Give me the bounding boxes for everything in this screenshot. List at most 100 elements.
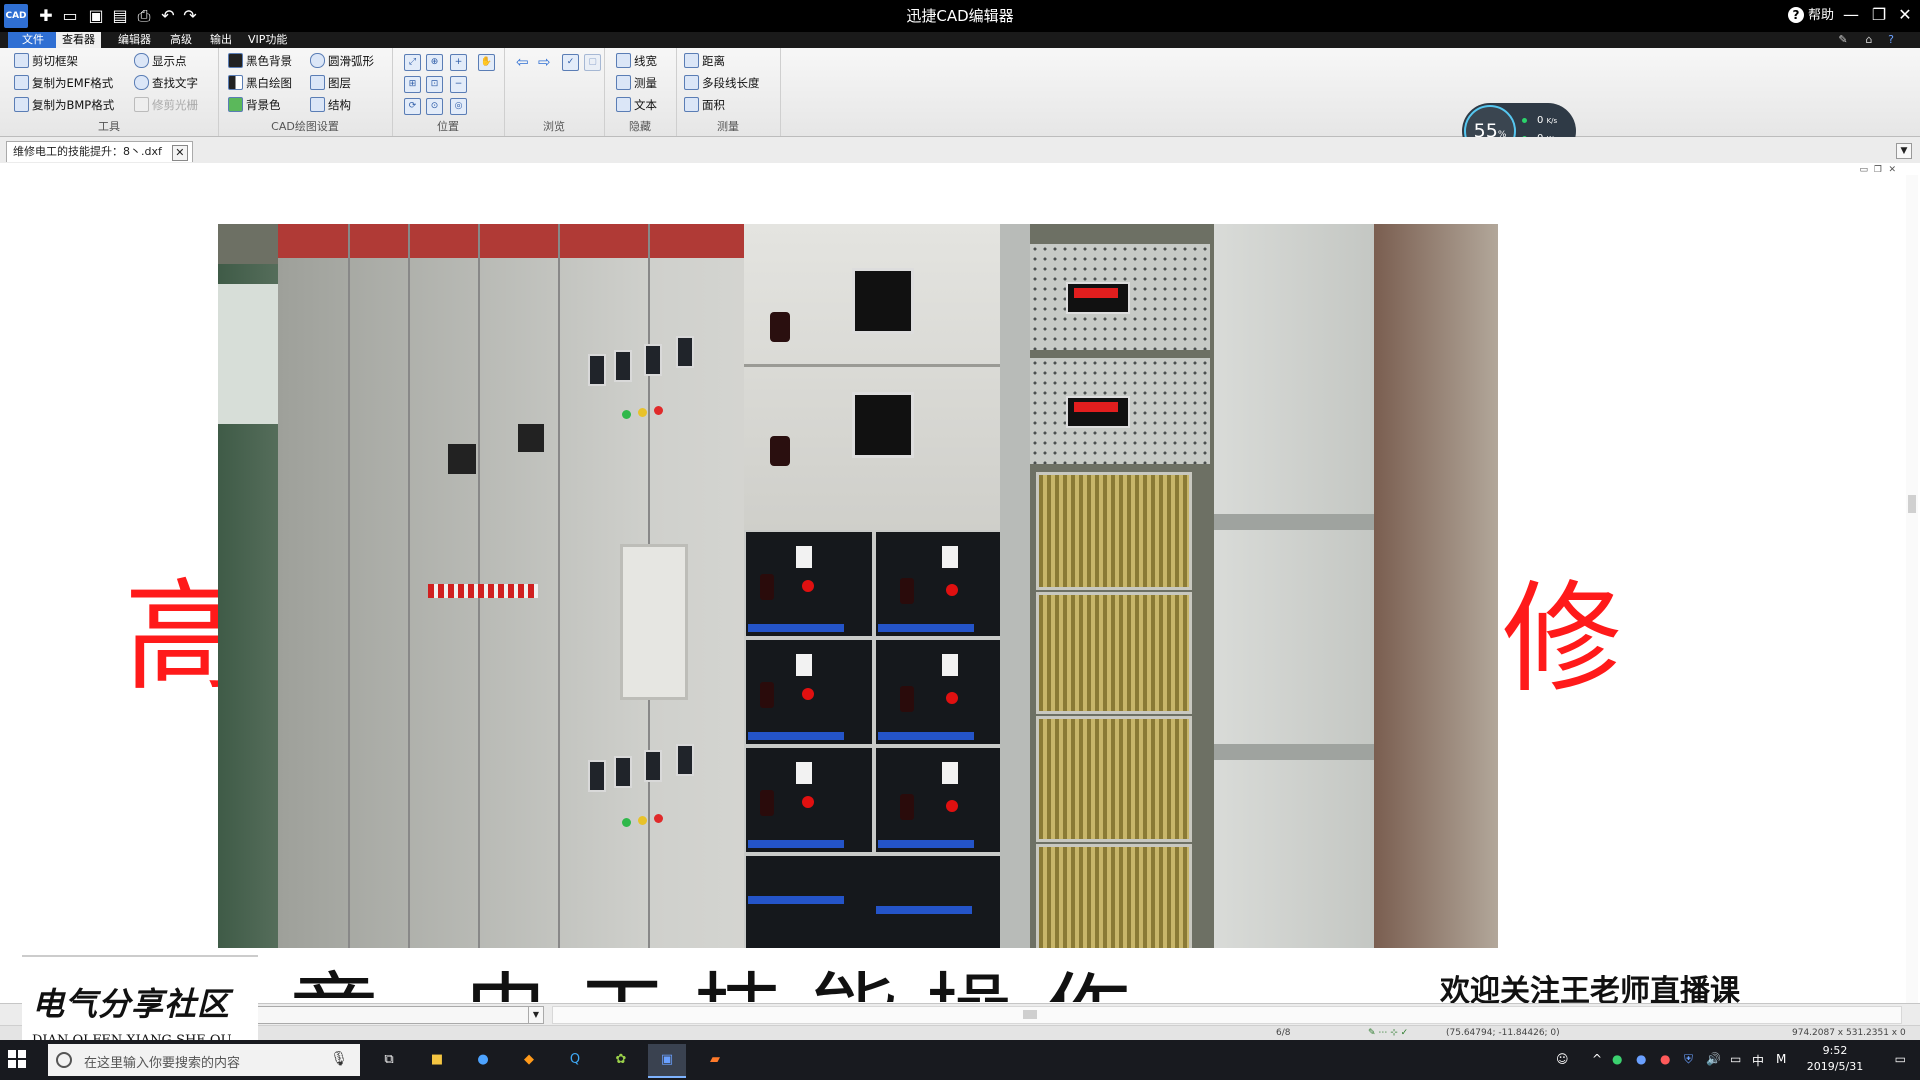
layers-button[interactable]: 图层 [310, 74, 351, 92]
distance-button[interactable]: 距离 [684, 52, 725, 70]
copy-bmp-button[interactable]: 复制为BMP格式 [14, 96, 114, 114]
group-label-measure: 测量 [717, 120, 739, 133]
mdi-restore-icon[interactable]: ❐ [1874, 165, 1882, 175]
zoom-extents-icon[interactable]: ⤢ [404, 54, 421, 71]
vertical-scroll-thumb[interactable] [1908, 495, 1916, 513]
cut-frame-button[interactable]: 剪切框架 [14, 52, 78, 70]
area-icon [684, 97, 699, 112]
copy-emf-icon [14, 75, 29, 90]
ime-indicator[interactable]: 中 [1752, 1052, 1764, 1069]
shield-icon[interactable]: ⛨ [1684, 1052, 1693, 1067]
tray-antivirus-icon[interactable]: ● [1660, 1052, 1670, 1066]
trim-raster-icon [134, 97, 149, 112]
browse-extra-icon[interactable]: ▢ [584, 54, 601, 71]
slide-subtitle-clipped: 章 电工技能操作 [290, 922, 1440, 1002]
mdi-close-icon[interactable]: ✕ [1888, 165, 1896, 175]
smooth-arc-button[interactable]: 圆滑弧形 [310, 52, 374, 70]
group-label-position: 位置 [437, 120, 459, 133]
tray-expand-icon[interactable]: ^ [1592, 1052, 1602, 1066]
pen-icon[interactable]: ✎ [1836, 33, 1850, 47]
menu-advanced[interactable]: 高级 [164, 32, 198, 48]
menu-viewer[interactable]: 查看器 [56, 32, 101, 48]
drawer-unit [874, 746, 1004, 854]
menu-file[interactable]: 文件 [8, 32, 58, 48]
clock-time: 9:52 [1822, 1044, 1848, 1057]
notification-icon[interactable]: ▭ [1895, 1052, 1906, 1066]
help-button[interactable]: ? 帮助 [1787, 0, 1834, 32]
group-measure: 距离 多段线长度 面积 测量 [676, 48, 781, 136]
close-button[interactable]: ✕ [1892, 0, 1918, 32]
menu-vip[interactable]: VIP功能 [242, 32, 293, 48]
taskbar-clock[interactable]: 9:52 2019/5/31 [1800, 1043, 1870, 1075]
ruler-icon [616, 75, 631, 90]
photo-background-right [1374, 224, 1498, 948]
people-icon[interactable]: ☺ [1556, 1052, 1569, 1066]
q-app-icon[interactable]: Q [556, 1044, 594, 1076]
sync-icon[interactable]: ✓ [562, 54, 579, 71]
mdi-minimize-icon[interactable]: ▭ [1859, 165, 1868, 175]
horizontal-scroll-thumb[interactable] [1023, 1010, 1037, 1019]
taskbar-search-box[interactable]: 在这里输入你要搜索的内容 🎙 [48, 1044, 360, 1076]
find-text-button[interactable]: 查找文字 [134, 74, 198, 92]
menu-output[interactable]: 输出 [204, 32, 238, 48]
minimize-button[interactable]: — [1838, 0, 1864, 32]
next-arrow-icon[interactable]: ⇨ [538, 54, 551, 70]
cad-taskbar-icon[interactable]: ▣ [648, 1044, 686, 1078]
panel-meter [644, 344, 662, 376]
zoom-out-icon[interactable]: − [450, 76, 467, 93]
tray-cloud-icon[interactable]: ● [1636, 1052, 1646, 1066]
restore-button[interactable]: ❐ [1866, 0, 1892, 32]
layout-combo-dropdown-icon[interactable]: ▼ [528, 1007, 543, 1023]
structure-icon [310, 97, 325, 112]
measure-toggle-button[interactable]: 测量 [616, 74, 657, 92]
black-bg-button[interactable]: 黑色背景 [228, 52, 292, 70]
layout-combo[interactable]: ▼ [256, 1006, 544, 1024]
tab-list-dropdown-icon[interactable]: ▼ [1896, 143, 1912, 159]
snap-icons[interactable]: ✎ ⋯ ⊹ ✓ [1368, 1026, 1408, 1040]
tray-app-icon[interactable]: ● [1612, 1052, 1622, 1066]
panel-meter [676, 336, 694, 368]
home-icon[interactable]: ⌂ [1862, 33, 1876, 47]
pan-hand-icon[interactable]: ✋ [478, 54, 495, 71]
drawer-unit [874, 638, 1004, 746]
bw-drawing-button[interactable]: 黑白绘图 [228, 74, 292, 92]
color-app-icon[interactable]: ✿ [602, 1044, 640, 1076]
bg-color-button[interactable]: 背景色 [228, 96, 281, 114]
mesh-drawer [1036, 716, 1192, 842]
orbit-icon[interactable]: ◎ [450, 98, 467, 115]
rotate-icon[interactable]: ⟳ [404, 98, 421, 115]
orange-app-icon[interactable]: ◆ [510, 1044, 548, 1076]
file-explorer-icon[interactable]: ■ [418, 1044, 456, 1076]
polyline-length-button[interactable]: 多段线长度 [684, 74, 760, 92]
fit-icon[interactable]: ⊞ [404, 76, 421, 93]
fit-all-icon[interactable]: ⊡ [426, 76, 443, 93]
prev-arrow-icon[interactable]: ⇦ [516, 54, 529, 70]
document-tab[interactable]: 维修电工的技能提升：8丶.dxf ✕ [6, 141, 193, 162]
ppt-app-icon[interactable]: ▰ [696, 1044, 734, 1076]
close-tab-icon[interactable]: ✕ [171, 145, 188, 161]
menu-editor[interactable]: 编辑器 [112, 32, 157, 48]
trim-raster-button[interactable]: 修剪光栅 [134, 96, 198, 114]
question-icon[interactable]: ? [1884, 33, 1898, 47]
zoom-prev-icon[interactable]: ⊙ [426, 98, 443, 115]
task-view-icon[interactable]: ⧉ [370, 1044, 408, 1076]
zoom-window-icon[interactable]: ⊕ [426, 54, 443, 71]
zoom-in-icon[interactable]: + [450, 54, 467, 71]
drawer-unit [744, 638, 874, 746]
area-button[interactable]: 面积 [684, 96, 725, 114]
vertical-scrollbar[interactable] [1906, 175, 1918, 1005]
menu-bar: 文件 查看器 编辑器 高级 输出 VIP功能 ✎ ⌂ ? [0, 32, 1920, 48]
windows-start-icon[interactable] [8, 1050, 26, 1068]
show-points-button[interactable]: 显示点 [134, 52, 187, 70]
volume-icon[interactable]: 🔊 [1706, 1052, 1721, 1066]
copy-emf-button[interactable]: 复制为EMF格式 [14, 74, 113, 92]
structure-button[interactable]: 结构 [310, 96, 351, 114]
microphone-icon[interactable]: 🎙 [330, 1051, 348, 1067]
line-width-button[interactable]: 线宽 [616, 52, 657, 70]
network-icon[interactable]: ▭ [1730, 1052, 1741, 1066]
text-toggle-button[interactable]: 文本 [616, 96, 657, 114]
ime-mode-icon[interactable]: M [1776, 1052, 1786, 1066]
horizontal-scrollbar[interactable] [552, 1006, 1902, 1024]
browser-icon[interactable]: ● [464, 1044, 502, 1076]
slide-title-right-char: 修 [1502, 570, 1622, 709]
